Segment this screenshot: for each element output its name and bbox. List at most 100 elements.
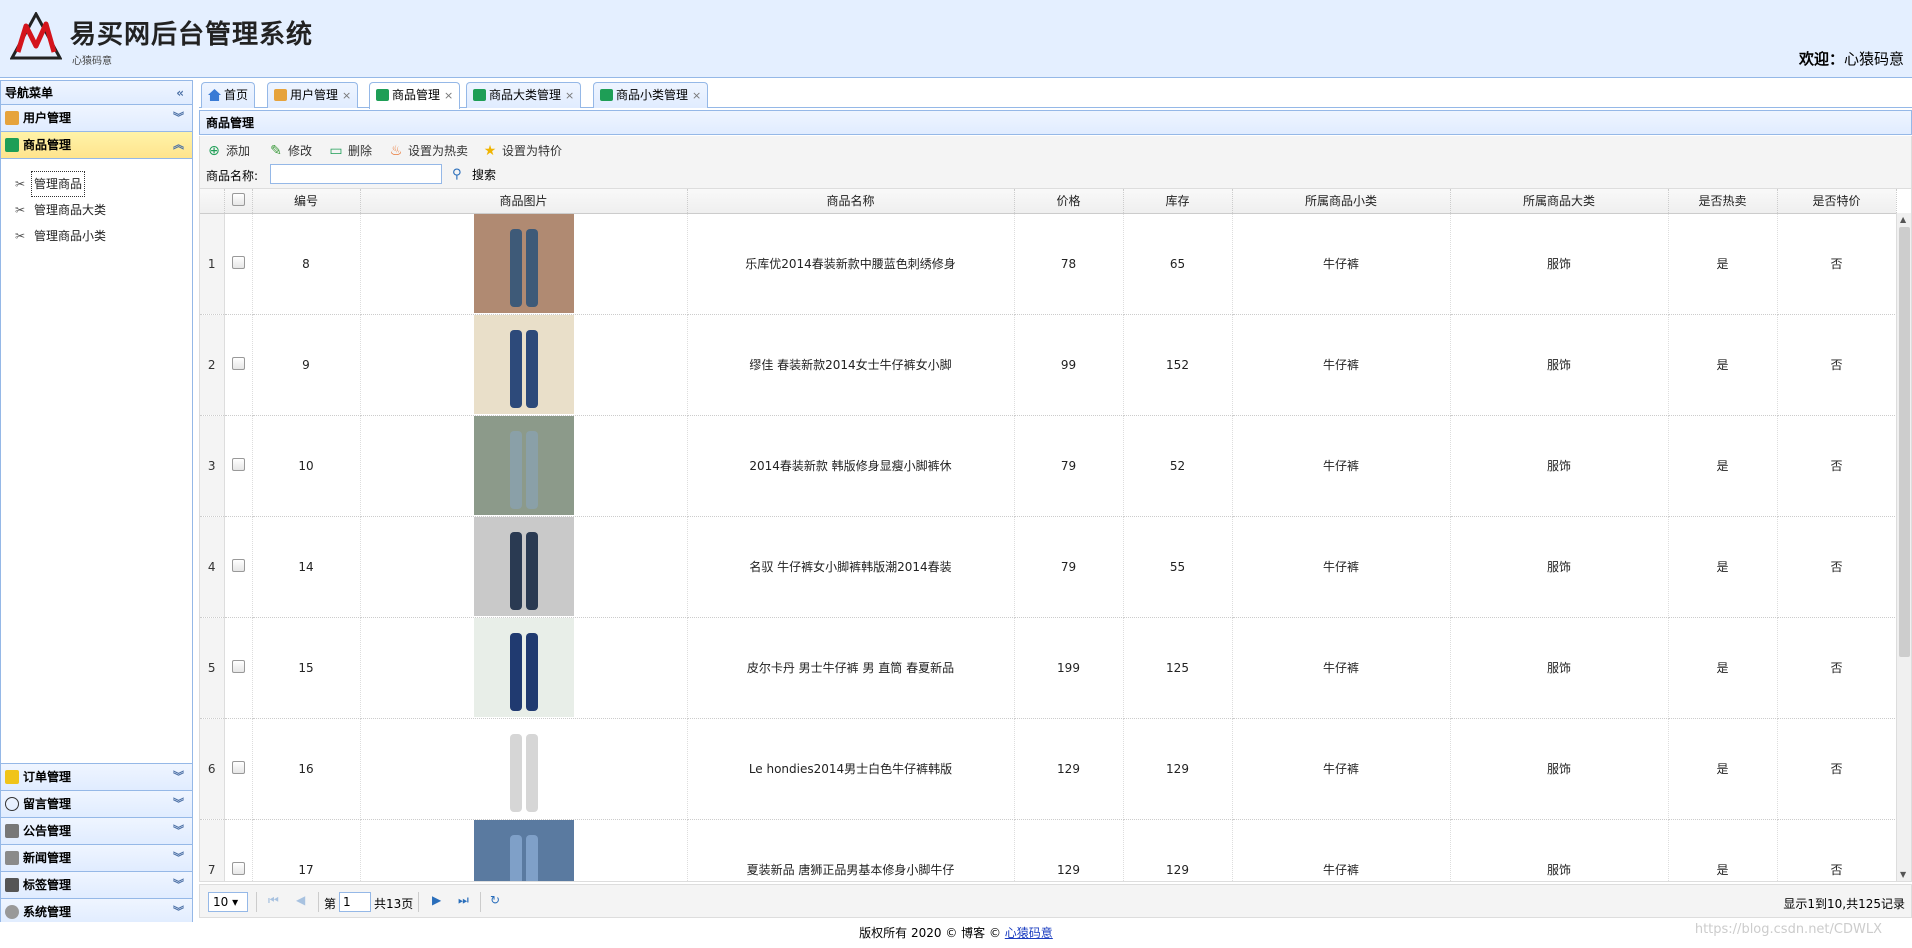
row-checkbox-cell[interactable] xyxy=(224,516,253,618)
row-checkbox-cell[interactable] xyxy=(224,415,253,517)
table-row[interactable]: 5 15 皮尔卡丹 男士牛仔裤 男 直筒 春夏新品 199 125 牛仔裤 服饰是否 xyxy=(200,617,1897,719)
cell-name: 乐库优2014春装新款中腰蓝色刺绣修身 xyxy=(687,213,1015,315)
row-number: 3 xyxy=(200,415,225,517)
sidebar-group-orders[interactable]: 订单管理 ︾ xyxy=(1,764,192,791)
pager-info: 显示1到10,共125记录 xyxy=(1783,897,1905,911)
table-row[interactable]: 4 14 名驭 牛仔裤女小脚裤韩版潮2014春装 79 55 牛仔裤 服饰是否 xyxy=(200,516,1897,618)
cell-id: 15 xyxy=(252,617,361,719)
table-row[interactable]: 7 17 夏装新品 唐狮正品男基本修身小脚牛仔 129 129 牛仔裤 服饰是否 xyxy=(200,819,1897,881)
page-size-select[interactable]: 10 ▾ xyxy=(208,892,248,912)
sidebar-group-news[interactable]: 新闻管理 ︾ xyxy=(1,845,192,872)
chevron-down-icon[interactable]: ︾ xyxy=(173,764,184,790)
column-header[interactable]: 商品图片 xyxy=(360,189,688,214)
table-row[interactable]: 2 9 缪佳 春装新款2014女士牛仔裤女小脚 99 152 牛仔裤 服饰是否 xyxy=(200,314,1897,416)
sidebar-link-manage-small-types[interactable]: ✂ 管理商品小类 xyxy=(1,223,192,249)
chevron-down-icon[interactable]: ︾ xyxy=(173,872,184,898)
row-checkbox[interactable] xyxy=(231,760,245,774)
row-checkbox-cell[interactable] xyxy=(224,819,253,881)
row-checkbox[interactable] xyxy=(231,861,245,875)
current-page-input[interactable]: 1 xyxy=(339,892,371,912)
row-checkbox-cell[interactable] xyxy=(224,617,253,719)
next-page-icon[interactable]: ▶ xyxy=(432,893,441,907)
chevron-down-icon[interactable]: ︾ xyxy=(173,818,184,844)
sidebar-group-users[interactable]: 用户管理 ︾ xyxy=(1,105,192,132)
sidebar-group-notices[interactable]: 公告管理 ︾ xyxy=(1,818,192,845)
add-button[interactable]: ⊕ 添加 xyxy=(206,142,250,160)
set-special-button[interactable]: ★ 设置为特价 xyxy=(482,142,562,160)
last-page-icon[interactable]: ⏭ xyxy=(458,893,469,908)
set-hot-button[interactable]: ♨ 设置为热卖 xyxy=(388,142,468,160)
column-header[interactable]: 商品名称 xyxy=(687,189,1015,214)
column-header[interactable]: 编号 xyxy=(252,189,361,214)
cell-stock: 125 xyxy=(1123,617,1233,719)
vertical-scrollbar[interactable]: ▲ ▼ xyxy=(1896,213,1911,881)
edit-label: 修改 xyxy=(288,144,313,158)
first-page-icon[interactable]: ⏮ xyxy=(268,893,279,908)
product-image xyxy=(473,416,574,515)
tab-big-types[interactable]: 商品大类管理 × xyxy=(466,82,582,108)
list-icon xyxy=(473,89,486,101)
cell-small: 牛仔裤 xyxy=(1232,516,1451,618)
row-number: 7 xyxy=(200,819,225,881)
close-icon[interactable]: × xyxy=(342,89,351,102)
select-all-checkbox[interactable] xyxy=(231,192,245,206)
search-button[interactable]: ⚲ 搜索 xyxy=(452,167,496,183)
sidebar-group-messages[interactable]: 留言管理 ︾ xyxy=(1,791,192,818)
chevron-up-icon[interactable]: ︽ xyxy=(173,132,184,158)
tab-users[interactable]: 用户管理 × xyxy=(267,82,359,108)
scroll-down-icon[interactable]: ▼ xyxy=(1900,870,1906,879)
cell-hot: 是 xyxy=(1668,617,1778,719)
chevron-down-icon[interactable]: ︾ xyxy=(173,791,184,817)
close-icon[interactable]: × xyxy=(565,89,574,102)
prev-page-icon[interactable]: ◀ xyxy=(296,893,305,907)
row-checkbox-cell[interactable] xyxy=(224,314,253,416)
cell-stock: 129 xyxy=(1123,819,1233,881)
collapse-sidebar-icon[interactable]: « xyxy=(176,81,184,105)
row-checkbox[interactable] xyxy=(231,356,245,370)
scrollbar-thumb[interactable] xyxy=(1899,227,1910,657)
cell-hot: 是 xyxy=(1668,819,1778,881)
close-icon[interactable]: × xyxy=(692,89,701,102)
panel-title: 商品管理 xyxy=(199,110,1912,135)
column-header[interactable]: 所属商品小类 xyxy=(1232,189,1451,214)
table-row[interactable]: 6 16 Le hondies2014男士白色牛仔裤韩版 129 129 牛仔裤 服饰是否 xyxy=(200,718,1897,820)
product-image-cell xyxy=(360,617,688,719)
row-checkbox[interactable] xyxy=(231,255,245,269)
footer-link[interactable]: 心猿码意 xyxy=(1005,926,1053,940)
chevron-down-icon[interactable]: ︾ xyxy=(173,845,184,871)
chevron-down-icon[interactable]: ︾ xyxy=(173,105,184,131)
column-header[interactable]: 是否热卖 xyxy=(1668,189,1778,214)
scroll-up-icon[interactable]: ▲ xyxy=(1900,215,1906,224)
tab-products[interactable]: 商品管理 × xyxy=(369,82,461,109)
row-checkbox-cell[interactable] xyxy=(224,718,253,820)
delete-button[interactable]: ▭ 删除 xyxy=(328,142,372,160)
welcome-label: 欢迎： xyxy=(1798,50,1844,68)
close-icon[interactable]: × xyxy=(444,89,453,102)
table-row[interactable]: 3 10 2014春装新款 韩版修身显瘦小脚裤休 79 52 牛仔裤 服饰是否 xyxy=(200,415,1897,517)
sidebar-link-manage-products[interactable]: ✂ 管理商品 xyxy=(1,171,192,197)
tab-small-types[interactable]: 商品小类管理 × xyxy=(593,82,709,108)
sidebar-group-tags[interactable]: 标签管理 ︾ xyxy=(1,872,192,899)
set-special-label: 设置为特价 xyxy=(502,144,563,158)
column-header[interactable]: 价格 xyxy=(1014,189,1124,214)
refresh-icon[interactable]: ↻ xyxy=(490,893,500,907)
row-checkbox[interactable] xyxy=(231,659,245,673)
sidebar-link-manage-big-types[interactable]: ✂ 管理商品大类 xyxy=(1,197,192,223)
tab-home[interactable]: 首页 xyxy=(201,82,256,108)
row-checkbox-cell[interactable] xyxy=(224,213,253,315)
search-input[interactable] xyxy=(270,164,442,184)
news-icon xyxy=(5,851,19,865)
column-header[interactable]: 所属商品大类 xyxy=(1450,189,1669,214)
gear-icon xyxy=(5,905,19,919)
row-checkbox[interactable] xyxy=(231,558,245,572)
sidebar-group-label: 用户管理 xyxy=(23,111,72,125)
column-header[interactable]: 库存 xyxy=(1123,189,1233,214)
edit-button[interactable]: ✎ 修改 xyxy=(268,142,312,160)
product-grid: 编号 商品图片 商品名称 价格 库存 所属商品小类 所属商品大类 是否热卖 是否… xyxy=(199,188,1912,882)
sidebar-group-products[interactable]: 商品管理 ︽ xyxy=(1,132,192,159)
column-header[interactable]: 是否特价 xyxy=(1777,189,1897,214)
table-row[interactable]: 1 8 乐库优2014春装新款中腰蓝色刺绣修身 78 65 牛仔裤 服饰是否 xyxy=(200,213,1897,315)
total-pages: 共13页 xyxy=(374,897,414,911)
sidebar-group-label: 留言管理 xyxy=(23,797,72,811)
row-checkbox[interactable] xyxy=(231,457,245,471)
